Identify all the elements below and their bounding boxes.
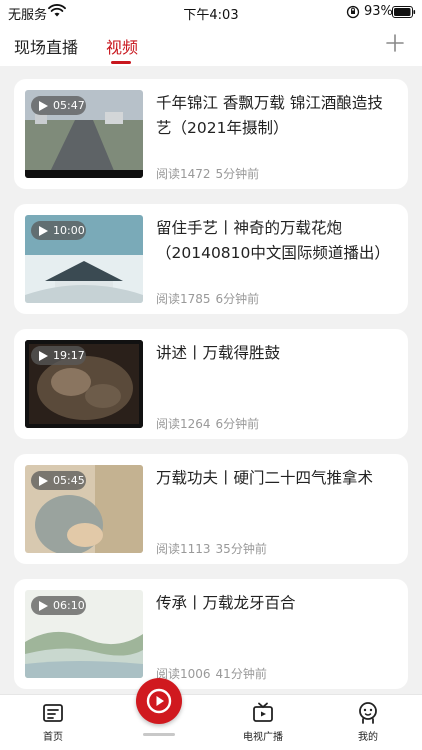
duration-text: 19:17 xyxy=(53,349,85,362)
video-meta: 阅读1113 35分钟前 xyxy=(156,540,267,557)
nav-home-label: 首页 xyxy=(43,732,63,743)
time-ago: 5分钟前 xyxy=(215,167,260,181)
duration-badge: 05:45 xyxy=(31,471,86,490)
time-ago: 35分钟前 xyxy=(215,542,267,556)
video-thumbnail[interactable]: 19:17 xyxy=(25,340,143,428)
top-tab-bar: 现场直播 视频 xyxy=(0,24,422,66)
video-title[interactable]: 千年锦江 香飘万载 锦江酒酿造技艺（2021年摄制） xyxy=(156,91,398,141)
video-card[interactable]: 10:00 留住手艺丨神奇的万载花炮（20140810中文国际频道播出） 阅读1… xyxy=(14,204,408,314)
bottom-nav: 首页 电视广播 我的 xyxy=(0,678,422,750)
duration-badge: 05:47 xyxy=(31,96,86,115)
status-bar: 无服务 下午4:03 93% xyxy=(0,0,422,24)
play-icon xyxy=(39,601,48,611)
home-news-icon xyxy=(43,704,63,722)
nav-tv-label: 电视广播 xyxy=(243,732,283,743)
duration-badge: 06:10 xyxy=(31,596,86,615)
video-meta: 阅读1785 6分钟前 xyxy=(156,290,259,307)
add-channel-icon[interactable] xyxy=(386,34,404,52)
nav-video-button[interactable] xyxy=(136,678,182,724)
play-icon xyxy=(39,351,48,361)
play-icon xyxy=(39,101,48,111)
video-title[interactable]: 传承丨万载龙牙百合 xyxy=(156,591,398,616)
video-thumbnail[interactable]: 10:00 xyxy=(25,215,143,303)
read-count: 阅读1472 xyxy=(156,167,211,181)
video-meta: 阅读1264 6分钟前 xyxy=(156,415,259,432)
play-circle-icon xyxy=(146,688,172,714)
nav-home[interactable]: 首页 xyxy=(23,701,83,743)
video-thumbnail[interactable]: 05:47 xyxy=(25,90,143,178)
video-thumbnail[interactable]: 06:10 xyxy=(25,590,143,678)
video-title[interactable]: 留住手艺丨神奇的万载花炮（20140810中文国际频道播出） xyxy=(156,216,398,266)
video-card[interactable]: 05:47 千年锦江 香飘万载 锦江酒酿造技艺（2021年摄制） 阅读1472 5… xyxy=(14,79,408,189)
orientation-lock-icon xyxy=(346,5,360,19)
duration-text: 05:45 xyxy=(53,474,85,487)
duration-badge: 10:00 xyxy=(31,221,86,240)
time-ago: 6分钟前 xyxy=(215,292,260,306)
battery-percent: 93% xyxy=(364,4,393,19)
read-count: 阅读1113 xyxy=(156,542,211,556)
video-title[interactable]: 万载功夫丨硬门二十四气推拿术 xyxy=(156,466,398,491)
read-count: 阅读1785 xyxy=(156,292,211,306)
video-card[interactable]: 19:17 讲述丨万载得胜鼓 阅读1264 6分钟前 xyxy=(14,329,408,439)
tv-icon xyxy=(253,702,273,722)
play-icon xyxy=(39,226,48,236)
duration-text: 10:00 xyxy=(53,224,85,237)
nav-mine-label: 我的 xyxy=(358,732,378,743)
user-icon xyxy=(359,702,377,724)
duration-text: 06:10 xyxy=(53,599,85,612)
video-thumbnail[interactable]: 05:45 xyxy=(25,465,143,553)
tab-live[interactable]: 现场直播 xyxy=(14,34,78,58)
video-card[interactable]: 06:10 传承丨万载龙牙百合 阅读1006 41分钟前 xyxy=(14,579,408,689)
video-meta: 阅读1472 5分钟前 xyxy=(156,165,259,182)
nav-center-indicator xyxy=(143,733,175,736)
video-meta: 阅读1006 41分钟前 xyxy=(156,665,267,682)
tab-video[interactable]: 视频 xyxy=(106,34,138,58)
video-title[interactable]: 讲述丨万载得胜鼓 xyxy=(156,341,398,366)
video-card[interactable]: 05:45 万载功夫丨硬门二十四气推拿术 阅读1113 35分钟前 xyxy=(14,454,408,564)
time-ago: 6分钟前 xyxy=(215,417,260,431)
nav-mine[interactable]: 我的 xyxy=(338,701,398,743)
duration-text: 05:47 xyxy=(53,99,85,112)
active-tab-indicator xyxy=(111,61,131,64)
duration-badge: 19:17 xyxy=(31,346,86,365)
nav-tv[interactable]: 电视广播 xyxy=(233,701,293,743)
read-count: 阅读1264 xyxy=(156,417,211,431)
battery-icon xyxy=(392,6,416,18)
time-ago: 41分钟前 xyxy=(215,667,267,681)
play-icon xyxy=(39,476,48,486)
